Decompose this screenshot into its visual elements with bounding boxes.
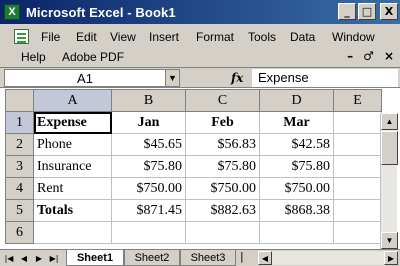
cell-a3[interactable]: Insurance: [33, 155, 112, 178]
cell-d6[interactable]: [259, 221, 334, 244]
table-row: 5 Totals $871.45 $882.63 $868.38: [5, 199, 382, 222]
excel-app-icon[interactable]: X: [4, 4, 20, 20]
cell-b3[interactable]: $75.80: [111, 155, 186, 178]
cell-c3[interactable]: $75.80: [185, 155, 260, 178]
cell-b6[interactable]: [111, 221, 186, 244]
menu-data[interactable]: Data: [290, 30, 315, 44]
row-header[interactable]: 4: [5, 177, 34, 200]
cell-c5[interactable]: $882.63: [185, 199, 260, 222]
menu-tools[interactable]: Tools: [248, 30, 276, 44]
table-row: 2 Phone $45.65 $56.83 $42.58: [5, 133, 382, 156]
cell-a1[interactable]: Expense: [33, 111, 112, 134]
first-sheet-icon[interactable]: |◀: [2, 251, 16, 265]
cell-c4[interactable]: $750.00: [185, 177, 260, 200]
menu-bar: File Edit View Insert Format Tools Data …: [0, 24, 400, 68]
cell-b4[interactable]: $750.00: [111, 177, 186, 200]
window-title: Microsoft Excel - Book1: [26, 4, 176, 20]
table-row: 6: [5, 221, 382, 244]
cell-a2[interactable]: Phone: [33, 133, 112, 156]
cell-a5[interactable]: Totals: [33, 199, 112, 222]
column-header-e[interactable]: E: [333, 89, 382, 112]
tab-sheet3[interactable]: Sheet3: [180, 250, 236, 266]
cell-d3[interactable]: $75.80: [259, 155, 334, 178]
prev-sheet-icon[interactable]: ◀: [17, 251, 31, 265]
fx-icon[interactable]: fx: [231, 71, 243, 85]
cell-e2[interactable]: [333, 133, 382, 156]
close-button[interactable]: X: [380, 3, 398, 20]
row-header[interactable]: 6: [5, 221, 34, 244]
cell-e5[interactable]: [333, 199, 382, 222]
tab-split-handle[interactable]: |: [240, 250, 244, 263]
horizontal-scrollbar[interactable]: ◀ ▶: [258, 251, 398, 265]
menu-help[interactable]: Help: [21, 50, 46, 64]
cell-c1[interactable]: Feb: [185, 111, 260, 134]
menu-adobe-pdf[interactable]: Adobe PDF: [62, 50, 124, 64]
table-row: 4 Rent $750.00 $750.00 $750.00: [5, 177, 382, 200]
menu-file[interactable]: File: [41, 30, 60, 44]
cell-b2[interactable]: $45.65: [111, 133, 186, 156]
row-header[interactable]: 3: [5, 155, 34, 178]
scrollbar-thumb[interactable]: [381, 131, 398, 165]
vertical-scrollbar[interactable]: ▲ ▼: [380, 113, 398, 249]
cell-d2[interactable]: $42.58: [259, 133, 334, 156]
chevron-down-icon[interactable]: ▼: [165, 70, 179, 86]
cell-e1[interactable]: [333, 111, 382, 134]
formula-input[interactable]: Expense: [252, 69, 398, 87]
select-all-corner[interactable]: [5, 89, 34, 112]
doc-minimize-button[interactable]: –: [347, 49, 353, 63]
cell-d4[interactable]: $750.00: [259, 177, 334, 200]
column-header-c[interactable]: C: [185, 89, 260, 112]
maximize-button[interactable]: □: [358, 3, 376, 20]
menu-window[interactable]: Window: [332, 30, 375, 44]
cell-e6[interactable]: [333, 221, 382, 244]
menu-insert[interactable]: Insert: [149, 30, 179, 44]
tab-sheet1[interactable]: Sheet1: [66, 250, 124, 266]
cell-c6[interactable]: [185, 221, 260, 244]
next-sheet-icon[interactable]: ▶: [32, 251, 46, 265]
menu-view[interactable]: View: [110, 30, 136, 44]
row-header[interactable]: 1: [5, 111, 34, 134]
cell-c2[interactable]: $56.83: [185, 133, 260, 156]
minimize-button[interactable]: _: [338, 3, 356, 20]
cell-d1[interactable]: Mar: [259, 111, 334, 134]
menu-format[interactable]: Format: [196, 30, 234, 44]
sheet-tab-bar: |◀ ◀ ▶ ▶| Sheet1 Sheet2 Sheet3 | ◀ ▶: [0, 249, 400, 266]
cell-a4[interactable]: Rent: [33, 177, 112, 200]
worksheet-grid: A B C D E 1 Expense Jan Feb Mar 2 Phone …: [0, 89, 400, 249]
scroll-left-icon[interactable]: ◀: [258, 251, 272, 265]
cell-a6[interactable]: [33, 221, 112, 244]
doc-restore-button[interactable]: ♂: [363, 49, 374, 63]
title-bar: X Microsoft Excel - Book1 _ □ X: [0, 0, 400, 24]
workbook-icon[interactable]: [14, 29, 29, 44]
scroll-down-icon[interactable]: ▼: [381, 232, 398, 249]
name-box[interactable]: A1 ▼: [4, 69, 180, 87]
scroll-up-icon[interactable]: ▲: [381, 113, 398, 130]
cell-e3[interactable]: [333, 155, 382, 178]
column-header-d[interactable]: D: [259, 89, 334, 112]
scroll-right-icon[interactable]: ▶: [384, 251, 398, 265]
cell-d5[interactable]: $868.38: [259, 199, 334, 222]
formula-bar: A1 ▼ fx Expense: [0, 68, 400, 88]
column-header-b[interactable]: B: [111, 89, 186, 112]
cell-b1[interactable]: Jan: [111, 111, 186, 134]
table-row: 1 Expense Jan Feb Mar: [5, 111, 382, 134]
row-header[interactable]: 5: [5, 199, 34, 222]
last-sheet-icon[interactable]: ▶|: [47, 251, 61, 265]
column-header-a[interactable]: A: [33, 89, 112, 112]
row-header[interactable]: 2: [5, 133, 34, 156]
table-row: 3 Insurance $75.80 $75.80 $75.80: [5, 155, 382, 178]
name-box-value: A1: [77, 70, 93, 86]
cell-e4[interactable]: [333, 177, 382, 200]
doc-close-button[interactable]: ×: [384, 49, 394, 63]
tab-sheet2[interactable]: Sheet2: [124, 250, 180, 266]
cell-b5[interactable]: $871.45: [111, 199, 186, 222]
menu-edit[interactable]: Edit: [76, 30, 97, 44]
